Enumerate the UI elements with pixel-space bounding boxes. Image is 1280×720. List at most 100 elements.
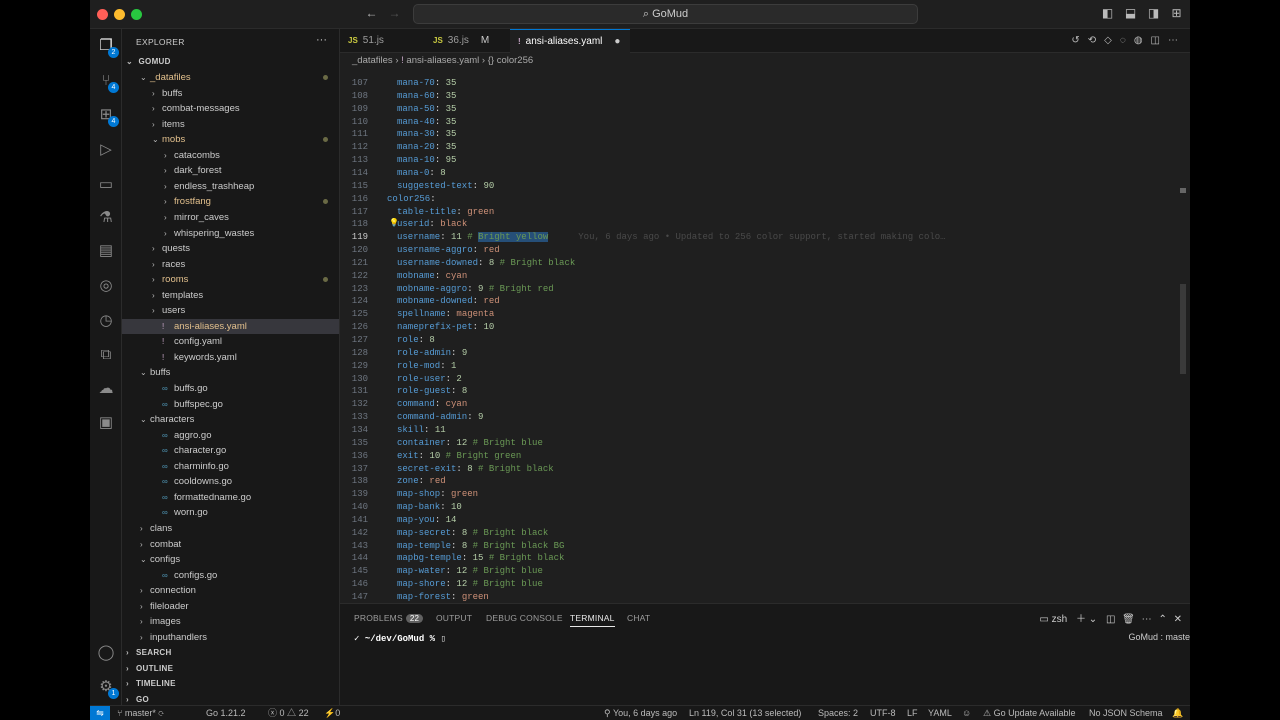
tree-item[interactable]: ∞ worn.go — [122, 505, 339, 520]
split-terminal-icon[interactable]: ◫ — [1106, 614, 1115, 625]
timeline-icon[interactable]: ↺ — [1071, 35, 1087, 46]
code-editor[interactable]: 107 mana-70: 35 108 mana-60: 35 109 mana-50: … — [340, 74, 1190, 603]
indentation[interactable]: Spaces: 2 — [818, 706, 858, 720]
close-window-button[interactable] — [97, 9, 108, 20]
panel-tab-debug-console[interactable]: DEBUG CONSOLE — [486, 613, 563, 623]
diff-icon[interactable]: ◇ — [1104, 35, 1120, 46]
more-actions-icon[interactable]: ⋯ — [1168, 35, 1186, 46]
tree-item[interactable]: ∞ configs.go — [122, 568, 339, 583]
compare-icon[interactable]: ◌ — [1120, 35, 1134, 46]
tree-item[interactable]: › mirror_caves — [122, 210, 339, 225]
git-blame-status[interactable]: ⚲ You, 6 days ago — [604, 706, 677, 720]
scrollbar-thumb[interactable] — [1180, 284, 1186, 374]
tree-item[interactable]: ! config.yaml — [122, 334, 339, 349]
workspace-root[interactable]: ⌄ GOMUD — [122, 54, 339, 69]
tree-item[interactable]: › clans — [122, 521, 339, 536]
blame-icon[interactable]: ◍ — [1134, 35, 1151, 46]
split-editor-icon[interactable]: ◫ — [1151, 35, 1168, 46]
tree-item[interactable]: › rooms — [122, 272, 339, 287]
revert-icon[interactable]: ⟲ — [1088, 35, 1104, 46]
tab-ansi-aliases-yaml[interactable]: ! ansi-aliases.yaml ● — [510, 29, 630, 53]
panel-tab-terminal[interactable]: TERMINAL — [570, 613, 615, 627]
terminal-shell-label[interactable]: zsh — [1052, 614, 1068, 625]
extensions-icon[interactable]: ⊞ 4 — [95, 104, 119, 127]
tree-item[interactable]: › combat-messages — [122, 101, 339, 116]
tree-item[interactable]: › whispering_wastes — [122, 226, 339, 241]
trash-icon[interactable]: 🗑 — [1122, 614, 1135, 625]
section-outline[interactable]: › OUTLINE — [122, 661, 339, 676]
section-go[interactable]: › GO — [122, 692, 339, 705]
tree-item[interactable]: › endless_trashheap — [122, 179, 339, 194]
tree-item[interactable]: ∞ buffs.go — [122, 381, 339, 396]
ports-status[interactable]: ⚡0 — [324, 706, 340, 720]
tree-item[interactable]: ⌄ characters — [122, 412, 339, 427]
terminal-icon[interactable]: ▣ — [95, 412, 117, 434]
minimize-window-button[interactable] — [114, 9, 125, 20]
source-control-icon[interactable]: ⑂ 4 — [95, 70, 119, 93]
tree-item[interactable]: › quests — [122, 241, 339, 256]
encoding[interactable]: UTF-8 — [870, 706, 896, 720]
tree-item[interactable]: › templates — [122, 288, 339, 303]
breadcrumb-file[interactable]: ansi-aliases.yaml — [406, 55, 479, 66]
tree-item[interactable]: ∞ character.go — [122, 443, 339, 458]
customize-layout-icon[interactable]: ⊞ — [1170, 7, 1183, 20]
explorer-icon[interactable]: ❐ 2 — [95, 35, 119, 58]
tree-item[interactable]: ∞ charminfo.go — [122, 459, 339, 474]
tree-item[interactable]: ∞ buffspec.go — [122, 397, 339, 412]
git-graph-icon[interactable]: ◎ — [95, 275, 117, 297]
tree-item[interactable]: ∞ cooldowns.go — [122, 474, 339, 489]
toggle-secondary-sidebar-icon[interactable]: ◨ — [1147, 7, 1160, 20]
json-schema-status[interactable]: No JSON Schema — [1089, 706, 1163, 720]
tree-item[interactable]: ⌄ mobs — [122, 132, 339, 147]
run-debug-icon[interactable]: ▷ — [95, 139, 117, 161]
docker-icon[interactable]: ☁ — [95, 378, 117, 400]
notifications-bell-icon[interactable]: 🔔 — [1172, 706, 1183, 720]
terminal-list-item[interactable]: GoMud : maste — [1128, 632, 1190, 642]
tree-item[interactable]: › frostfang — [122, 194, 339, 209]
maximize-window-button[interactable] — [131, 9, 142, 20]
new-terminal-icon[interactable]: ＋ — [1076, 614, 1086, 625]
folders-icon[interactable]: ▤ — [95, 240, 117, 262]
tree-item[interactable]: ⌄ configs — [122, 552, 339, 567]
tree-item[interactable]: › fileloader — [122, 599, 339, 614]
tree-item[interactable]: › items — [122, 117, 339, 132]
tree-item[interactable]: › races — [122, 257, 339, 272]
tree-item[interactable]: ∞ aggro.go — [122, 428, 339, 443]
manage-gear-icon[interactable]: ⚙ 1 — [95, 676, 119, 699]
back-arrow-icon[interactable]: ← — [365, 7, 378, 20]
tree-item[interactable]: ⌄ buffs — [122, 365, 339, 380]
tree-item[interactable]: › dark_forest — [122, 163, 339, 178]
remote-indicator[interactable]: ⇋ — [90, 706, 110, 720]
tree-item[interactable]: › inputhandlers — [122, 630, 339, 645]
tab-36-js[interactable]: JS 36.js M — [425, 29, 510, 53]
tree-item[interactable]: ⌄ _datafiles — [122, 70, 339, 85]
tree-item[interactable]: ! ansi-aliases.yaml — [122, 318, 339, 334]
editor-scrollbar[interactable] — [1180, 74, 1186, 603]
terminal-output[interactable]: ✓ ~/dev/GoMud % ▯ — [354, 634, 446, 644]
tree-item[interactable]: › catacombs — [122, 148, 339, 163]
breadcrumb-folder[interactable]: _datafiles — [352, 55, 393, 66]
testing-icon[interactable]: ⚗ — [95, 207, 117, 229]
tree-item[interactable]: › images — [122, 614, 339, 629]
toggle-panel-icon[interactable]: ⬓ — [1124, 7, 1137, 20]
timeline-icon[interactable]: ◷ — [95, 310, 117, 332]
section-timeline[interactable]: › TIMELINE — [122, 676, 339, 691]
tree-item[interactable]: ∞ formattedname.go — [122, 490, 339, 505]
panel-tab-output[interactable]: OUTPUT — [436, 613, 472, 623]
close-panel-icon[interactable]: ✕ — [1174, 614, 1182, 625]
go-version[interactable]: Go 1.21.2 — [206, 706, 246, 720]
chevron-down-icon[interactable]: ⌄ — [1089, 614, 1097, 625]
cursor-position[interactable]: Ln 119, Col 31 (13 selected) — [689, 706, 801, 720]
go-update-status[interactable]: ⚠ Go Update Available — [983, 706, 1075, 720]
panel-tab-chat[interactable]: CHAT — [627, 613, 650, 623]
branch-status[interactable]: ⑂ master* ⟳ — [117, 706, 164, 720]
forward-arrow-icon[interactable]: → — [388, 7, 401, 20]
problems-status[interactable]: ⓧ 0 △ 22 — [268, 706, 309, 720]
tree-item[interactable]: › connection — [122, 583, 339, 598]
maximize-panel-icon[interactable]: ⌃ — [1158, 614, 1166, 625]
section-search[interactable]: › SEARCH — [122, 645, 339, 660]
lightbulb-icon[interactable]: 💡 — [389, 218, 399, 231]
language-mode[interactable]: YAML — [928, 706, 952, 720]
tree-item[interactable]: › combat — [122, 537, 339, 552]
tab-51-js[interactable]: JS 51.js — [340, 29, 425, 53]
